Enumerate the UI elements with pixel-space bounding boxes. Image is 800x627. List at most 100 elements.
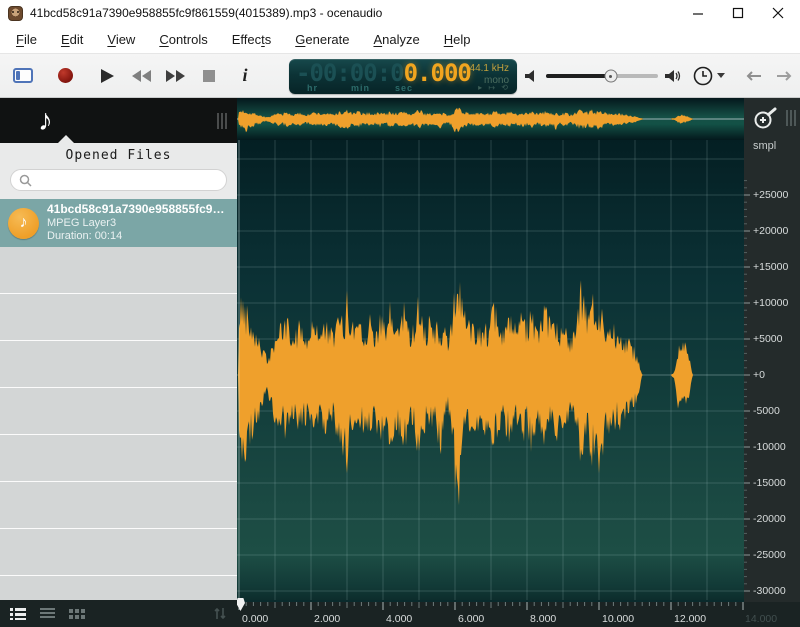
scale-label: +15000 <box>753 261 788 273</box>
record-button[interactable] <box>48 59 82 93</box>
play-button[interactable] <box>90 59 124 93</box>
file-name: 41bcd58c91a7390e958855fc9f861559(4015389… <box>47 203 227 217</box>
sidebar: ♪ Opened Files ♪ 41bcd58c91a7390e958855f… <box>0 98 237 627</box>
axis-label: 4.000 <box>386 613 412 625</box>
fast-forward-icon <box>166 70 185 82</box>
axis-label: 12.000 <box>674 613 706 625</box>
scale-label: -30000 <box>753 585 786 597</box>
panel-title: Opened Files <box>10 148 227 163</box>
time-format-button[interactable] <box>692 59 725 93</box>
search-icon <box>19 174 32 187</box>
info-icon: i <box>242 65 247 86</box>
volume-low-icon[interactable] <box>524 69 540 83</box>
detailed-list-view-button[interactable] <box>10 607 26 620</box>
search-input[interactable] <box>37 173 218 187</box>
waveform-main-view[interactable] <box>237 140 744 600</box>
axis-label: 10.000 <box>602 613 634 625</box>
grid-view-button[interactable] <box>69 607 86 620</box>
redo-forward-button[interactable] <box>776 70 794 82</box>
sidebar-top-bar: ♪ <box>0 98 237 143</box>
maximize-button[interactable] <box>730 5 746 21</box>
menu-item-view[interactable]: View <box>97 28 145 51</box>
opened-files-panel-header: Opened Files <box>0 143 237 199</box>
menu-item-analyze[interactable]: Analyze <box>363 28 429 51</box>
empty-list-row <box>0 388 237 435</box>
sort-order-icon[interactable] <box>213 607 227 620</box>
scale-label: -10000 <box>753 441 786 453</box>
empty-list-row <box>0 576 237 600</box>
scale-label: -20000 <box>753 513 786 525</box>
axis-label-ghost: 14.000 <box>745 613 777 625</box>
title-bar: 41bcd58c91a7390e958855fc9f861559(4015389… <box>0 0 800 26</box>
waveform-overview-strip[interactable] <box>237 98 744 140</box>
axis-label: 0.000 <box>242 613 268 625</box>
toggle-sidebar-button[interactable] <box>6 59 40 93</box>
opened-file-item[interactable]: ♪ 41bcd58c91a7390e958855fc9f861559(40153… <box>0 199 237 247</box>
undo-back-button[interactable] <box>744 70 762 82</box>
amplitude-scale-panel[interactable]: smpl +25000+20000+15000+10000+5000+0-500… <box>744 98 800 602</box>
music-note-icon: ♪ <box>38 106 53 136</box>
minimize-button[interactable] <box>690 5 706 21</box>
time-display[interactable]: -00:00:00.000 hr min sec 44.1 kHz mono ▸… <box>289 59 517 94</box>
empty-list-row <box>0 529 237 576</box>
volume-slider[interactable] <box>546 74 658 78</box>
time-value: 0.000 <box>404 59 471 87</box>
unit-min: min <box>351 83 370 93</box>
menu-item-generate[interactable]: Generate <box>285 28 359 51</box>
volume-control <box>524 54 683 98</box>
clock-icon <box>692 65 714 87</box>
sidebar-status-bar <box>0 600 237 627</box>
scale-tick-marks <box>744 98 800 602</box>
scale-label: +25000 <box>753 189 788 201</box>
fast-forward-button[interactable] <box>158 59 192 93</box>
empty-list-row <box>0 294 237 341</box>
menu-bar: FileEditViewControlsEffectsGenerateAnaly… <box>0 26 800 54</box>
menu-item-file[interactable]: File <box>6 28 47 51</box>
sidebar-icon <box>13 68 33 83</box>
scale-label: +20000 <box>753 225 788 237</box>
app-window: 41bcd58c91a7390e958855fc9f861559(4015389… <box>0 0 800 627</box>
app-logo-icon <box>8 6 23 21</box>
chevron-down-icon <box>717 73 725 79</box>
empty-list-row <box>0 482 237 529</box>
sidebar-grip-handle[interactable] <box>217 113 227 129</box>
menu-item-effects[interactable]: Effects <box>222 28 282 51</box>
unit-sec: sec <box>395 83 413 93</box>
menu-item-edit[interactable]: Edit <box>51 28 93 51</box>
window-title: 41bcd58c91a7390e958855fc9f861559(4015389… <box>30 6 690 20</box>
audio-file-icon: ♪ <box>8 208 39 239</box>
file-list-empty-area <box>0 247 237 600</box>
empty-list-row <box>0 247 237 294</box>
unit-hr: hr <box>307 83 318 93</box>
menu-item-controls[interactable]: Controls <box>149 28 217 51</box>
info-button[interactable]: i <box>228 59 262 93</box>
scale-label: +0 <box>753 369 765 381</box>
menu-item-help[interactable]: Help <box>434 28 481 51</box>
file-format: MPEG Layer3 <box>47 217 227 230</box>
panel-notch <box>58 135 74 143</box>
stop-button[interactable] <box>192 59 226 93</box>
volume-slider-thumb[interactable] <box>604 70 617 83</box>
toolbar: i -00:00:00.000 hr min sec 44.1 kHz mono… <box>0 54 800 98</box>
playback-mode-icons: ▸ ↦ ⟲ <box>478 83 510 92</box>
empty-list-row <box>0 341 237 388</box>
stop-icon <box>203 70 215 82</box>
sample-rate-label: 44.1 kHz <box>470 63 509 74</box>
file-duration: Duration: 00:14 <box>47 230 227 243</box>
scale-label: -5000 <box>753 405 780 417</box>
close-button[interactable] <box>770 5 786 21</box>
axis-label: 2.000 <box>314 613 340 625</box>
rewind-button[interactable] <box>124 59 158 93</box>
time-axis[interactable]: 0.0002.0004.0006.0008.00010.00012.000 14… <box>237 602 800 627</box>
scale-label: -25000 <box>753 549 786 561</box>
axis-label: 6.000 <box>458 613 484 625</box>
compact-list-view-button[interactable] <box>40 607 55 620</box>
waveform-editor: smpl +25000+20000+15000+10000+5000+0-500… <box>237 98 800 627</box>
scale-label: +5000 <box>753 333 783 345</box>
rewind-icon <box>132 70 151 82</box>
record-icon <box>58 68 73 83</box>
play-icon <box>101 69 114 83</box>
empty-list-row <box>0 435 237 482</box>
file-search-box[interactable] <box>10 169 227 191</box>
volume-high-icon[interactable] <box>664 69 683 83</box>
